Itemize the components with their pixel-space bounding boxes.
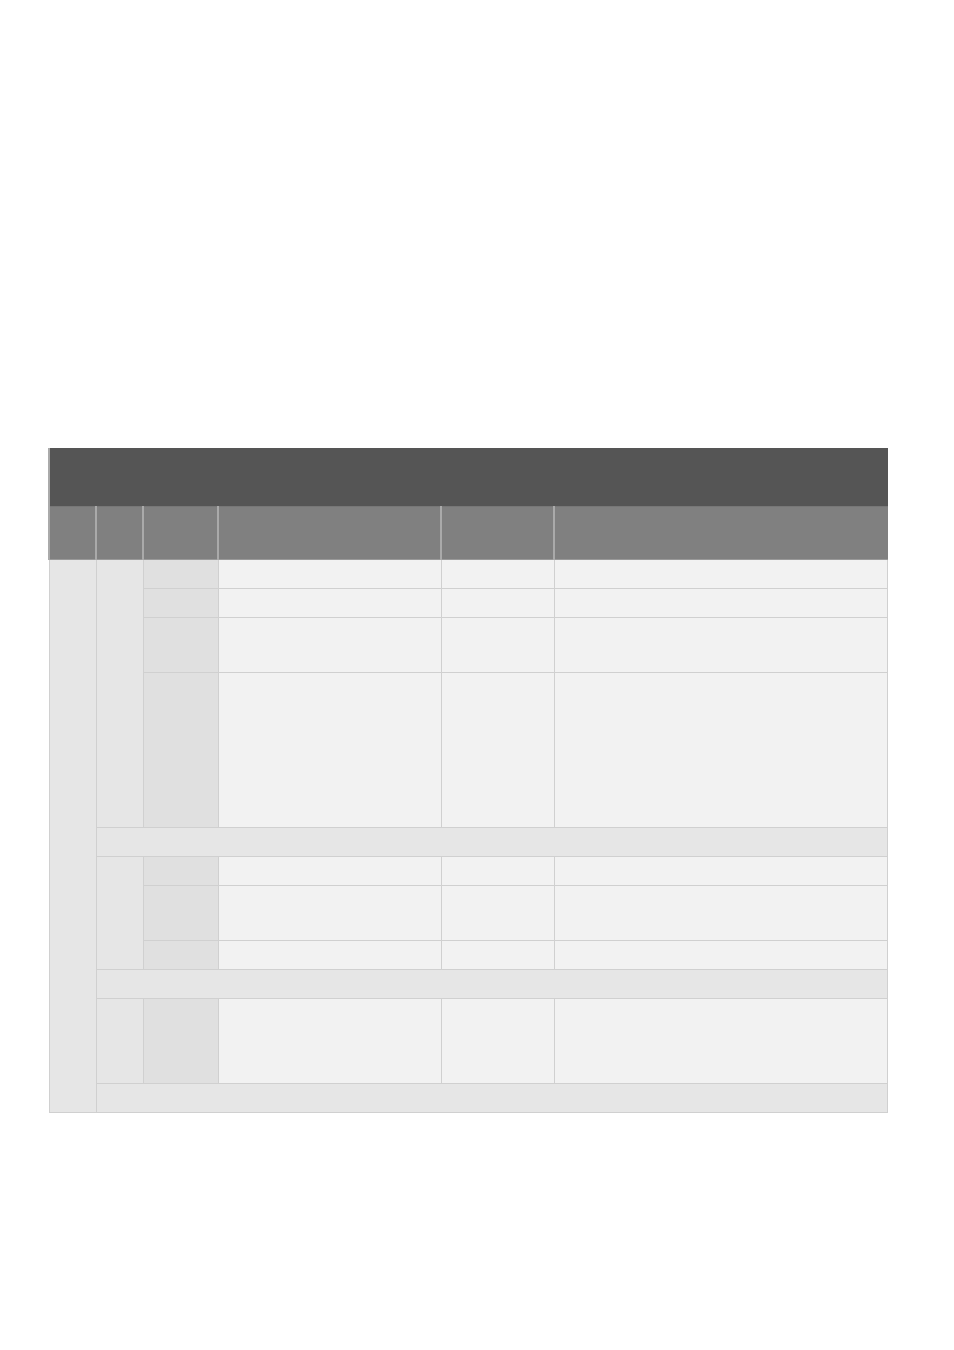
value-cell [441, 941, 554, 970]
table-header-3 [218, 507, 441, 560]
table-row [49, 560, 888, 589]
value-cell [554, 560, 888, 589]
value-cell [441, 618, 554, 673]
table-header-2 [143, 507, 218, 560]
table-row [49, 673, 888, 828]
value-cell [441, 999, 554, 1084]
table-header-5 [554, 507, 888, 560]
label-cell [143, 941, 218, 970]
table-row [49, 857, 888, 886]
table-row [49, 999, 888, 1084]
value-cell [554, 857, 888, 886]
value-cell [441, 857, 554, 886]
value-cell [218, 886, 441, 941]
spacer-cell [96, 828, 888, 857]
table-header-1 [96, 507, 143, 560]
table-header-4 [441, 507, 554, 560]
value-cell [441, 886, 554, 941]
value-cell [554, 886, 888, 941]
value-cell [554, 618, 888, 673]
label-cell [143, 589, 218, 618]
value-cell [218, 673, 441, 828]
value-cell [554, 941, 888, 970]
table-title-row [49, 448, 888, 507]
value-cell [218, 999, 441, 1084]
spacer-row [49, 970, 888, 999]
label-cell [143, 857, 218, 886]
value-cell [441, 673, 554, 828]
value-cell [554, 673, 888, 828]
table-row [49, 886, 888, 941]
spacer-cell [96, 970, 888, 999]
group-cell [49, 560, 96, 1113]
value-cell [554, 589, 888, 618]
sub-cell [96, 999, 143, 1084]
table-header-row [49, 507, 888, 560]
value-cell [218, 589, 441, 618]
label-cell [143, 618, 218, 673]
table-title [49, 448, 888, 507]
value-cell [218, 941, 441, 970]
data-table [48, 448, 888, 1113]
value-cell [218, 560, 441, 589]
table-row [49, 941, 888, 970]
table-header-0 [49, 507, 96, 560]
table-row [49, 618, 888, 673]
sub-cell [96, 560, 143, 828]
value-cell [218, 857, 441, 886]
spacer-row [49, 1084, 888, 1113]
spacer-cell [96, 1084, 888, 1113]
value-cell [441, 589, 554, 618]
value-cell [441, 560, 554, 589]
label-cell [143, 560, 218, 589]
label-cell [143, 886, 218, 941]
label-cell [143, 999, 218, 1084]
value-cell [218, 618, 441, 673]
spacer-row [49, 828, 888, 857]
table-row [49, 589, 888, 618]
value-cell [554, 999, 888, 1084]
sub-cell [96, 857, 143, 970]
label-cell [143, 673, 218, 828]
